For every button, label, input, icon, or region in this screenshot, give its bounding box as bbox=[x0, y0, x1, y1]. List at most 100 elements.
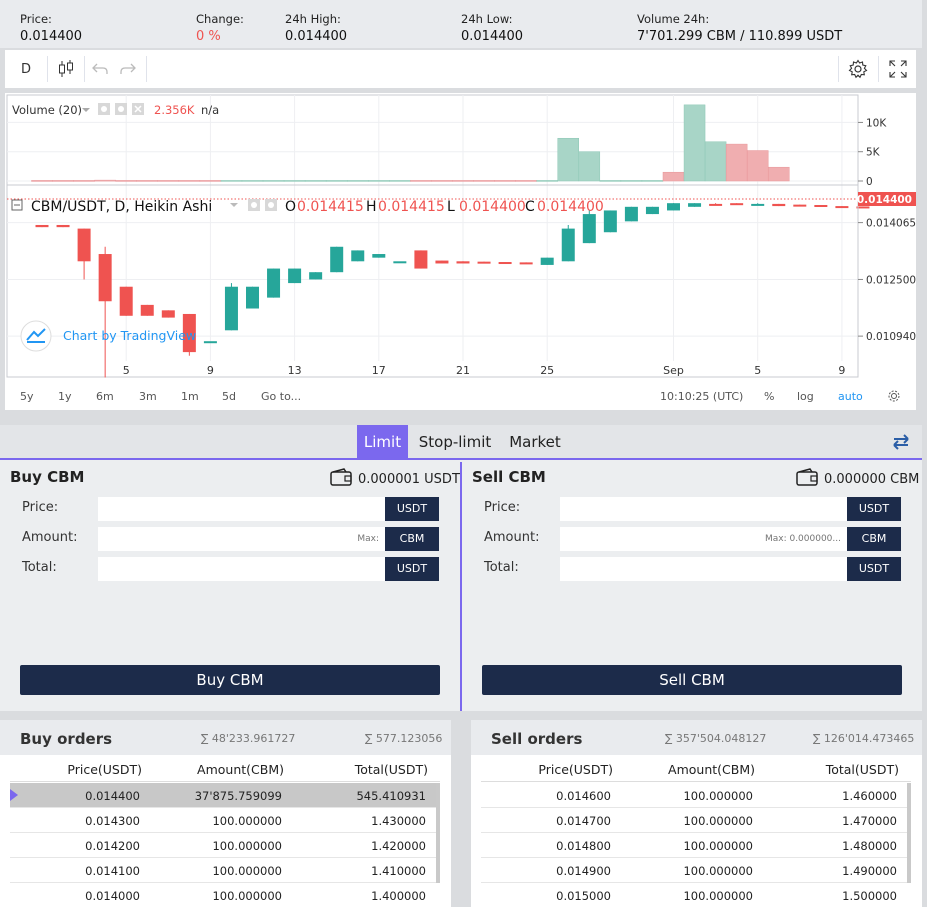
column-amount[interactable]: Amount(CBM) bbox=[197, 762, 284, 777]
candle-body bbox=[309, 272, 323, 280]
order-total: 1.410000 bbox=[371, 864, 426, 878]
order-row[interactable]: 0.014300 100.000000 1.430000 bbox=[10, 808, 438, 833]
sell-price-label: Price: bbox=[484, 500, 521, 515]
high-label: H bbox=[366, 199, 377, 215]
order-row[interactable]: 0.014600 100.000000 1.460000 bbox=[481, 783, 909, 808]
order-total: 1.480000 bbox=[842, 839, 897, 853]
range-1m[interactable]: 1m bbox=[181, 390, 199, 403]
buy-price-label: Price: bbox=[22, 500, 59, 515]
redo-icon[interactable] bbox=[113, 50, 143, 88]
volume-bar bbox=[515, 180, 537, 182]
volume-bar bbox=[178, 180, 201, 182]
range-3m[interactable]: 3m bbox=[139, 390, 157, 403]
order-row[interactable]: 0.014900 100.000000 1.490000 bbox=[481, 858, 909, 883]
volume-bar bbox=[473, 180, 495, 182]
volume-bar bbox=[746, 150, 769, 182]
order-form-panel: Limit Stop-limit Market Buy CBM 0.000001… bbox=[0, 425, 922, 711]
candle-body bbox=[224, 286, 238, 331]
log-toggle[interactable]: log bbox=[797, 390, 814, 403]
buy-orders-scrollbar[interactable] bbox=[436, 783, 440, 883]
chart-bottom-toolbar: 5y 1y 6m 3m 1m 5d Go to... 10:10:25 (UTC… bbox=[5, 384, 916, 409]
order-price: 0.014000 bbox=[85, 889, 140, 903]
toolbar-divider bbox=[146, 56, 147, 82]
range-6m[interactable]: 6m bbox=[96, 390, 114, 403]
x-tick-label: 25 bbox=[540, 364, 554, 377]
volume-bar bbox=[325, 180, 348, 182]
sell-balance-value: 0.000000 CBM bbox=[824, 471, 920, 487]
sell-orders-scrollbar[interactable] bbox=[907, 783, 911, 883]
order-row[interactable]: 0.014800 100.000000 1.480000 bbox=[481, 833, 909, 858]
tradingview-watermark[interactable]: Chart by TradingView bbox=[63, 328, 196, 343]
gear-icon bbox=[118, 106, 124, 112]
buy-amount-unit: CBM bbox=[385, 527, 439, 551]
buy-amount-row: Amount: CBM bbox=[0, 527, 460, 551]
candle-body bbox=[624, 206, 638, 222]
order-row[interactable]: 0.014100 100.000000 1.410000 bbox=[10, 858, 438, 883]
sell-amount-row: Amount: CBM bbox=[462, 527, 922, 551]
price-chart[interactable]: 5 9 13 17 21 25 Sep 5 9 0.014065 0.012500 0.010940 1… bbox=[5, 93, 916, 410]
buy-price-input[interactable] bbox=[98, 497, 385, 521]
tab-limit[interactable]: Limit bbox=[357, 425, 408, 460]
order-total: 1.470000 bbox=[842, 814, 897, 828]
low-value: 0.014400 bbox=[459, 199, 526, 215]
sell-price-input[interactable] bbox=[560, 497, 847, 521]
order-amount: 37'875.759099 bbox=[194, 789, 282, 803]
buy-total-input[interactable] bbox=[98, 557, 385, 581]
goto-button[interactable]: Go to... bbox=[261, 390, 301, 403]
order-price: 0.015000 bbox=[556, 889, 611, 903]
sell-amount-input[interactable] bbox=[560, 527, 847, 551]
sell-balance: 0.000000 CBM bbox=[796, 468, 919, 490]
volume-label: Volume 24h: bbox=[637, 12, 710, 26]
order-row[interactable]: 0.014000 100.000000 1.400000 bbox=[10, 883, 438, 907]
x-tick-label: 17 bbox=[372, 364, 386, 377]
volume-bar bbox=[283, 180, 306, 182]
settings-icon[interactable] bbox=[839, 50, 877, 88]
buy-button[interactable]: Buy CBM bbox=[20, 665, 440, 695]
order-amount: 100.000000 bbox=[212, 814, 282, 828]
sell-button[interactable]: Sell CBM bbox=[482, 665, 902, 695]
tab-stop-limit[interactable]: Stop-limit bbox=[414, 425, 496, 460]
percent-toggle[interactable]: % bbox=[764, 390, 774, 403]
order-row[interactable]: 0.014200 100.000000 1.420000 bbox=[10, 833, 438, 858]
swap-icon[interactable] bbox=[892, 434, 910, 454]
tab-market[interactable]: Market bbox=[503, 425, 567, 460]
candle-body bbox=[330, 246, 344, 273]
volume-bar bbox=[768, 166, 790, 182]
candle-body bbox=[77, 228, 91, 262]
order-row[interactable]: 0.015000 100.000000 1.500000 bbox=[481, 883, 909, 907]
volume-legend-na: n/a bbox=[201, 103, 219, 117]
market-stats-bar: Price: 0.014400 Change: 0 % 24h High: 0.… bbox=[0, 0, 922, 48]
tradingview-logo-icon[interactable] bbox=[20, 320, 52, 352]
range-1y[interactable]: 1y bbox=[58, 390, 72, 403]
fullscreen-icon[interactable] bbox=[879, 50, 916, 88]
auto-toggle[interactable]: auto bbox=[838, 390, 863, 403]
column-price[interactable]: Price(USDT) bbox=[538, 762, 613, 777]
order-row[interactable]: 0.014700 100.000000 1.470000 bbox=[481, 808, 909, 833]
column-price[interactable]: Price(USDT) bbox=[67, 762, 142, 777]
high-value: 0.014400 bbox=[285, 29, 348, 44]
range-5d[interactable]: 5d bbox=[222, 390, 236, 403]
sell-total-label: Total: bbox=[484, 560, 519, 575]
candle-body bbox=[751, 203, 765, 206]
volume-bar bbox=[599, 180, 622, 182]
current-price-marker-icon bbox=[10, 789, 18, 801]
column-total[interactable]: Total(USDT) bbox=[826, 762, 899, 777]
toolbar-divider bbox=[84, 56, 85, 82]
undo-icon[interactable] bbox=[87, 50, 113, 88]
order-price: 0.014600 bbox=[556, 789, 611, 803]
interval-button[interactable]: D bbox=[5, 50, 47, 88]
chart-canvas[interactable]: 5 9 13 17 21 25 Sep 5 9 0.014065 0.012500 0.010940 1… bbox=[5, 93, 916, 384]
range-5y[interactable]: 5y bbox=[20, 390, 34, 403]
column-amount[interactable]: Amount(CBM) bbox=[668, 762, 755, 777]
buy-amount-input[interactable] bbox=[98, 527, 385, 551]
sell-total-input[interactable] bbox=[560, 557, 847, 581]
volume-legend-value: 2.356K bbox=[154, 103, 195, 117]
chart-clock: 10:10:25 (UTC) bbox=[660, 390, 744, 403]
candle-body bbox=[835, 206, 849, 209]
open-value: 0.014415 bbox=[297, 199, 364, 215]
volume-bar bbox=[557, 137, 579, 182]
order-row[interactable]: 0.014400 37'875.759099 545.410931 bbox=[10, 783, 438, 808]
column-total[interactable]: Total(USDT) bbox=[355, 762, 428, 777]
candle-style-icon[interactable] bbox=[48, 50, 84, 88]
order-total: 545.410931 bbox=[356, 789, 426, 803]
